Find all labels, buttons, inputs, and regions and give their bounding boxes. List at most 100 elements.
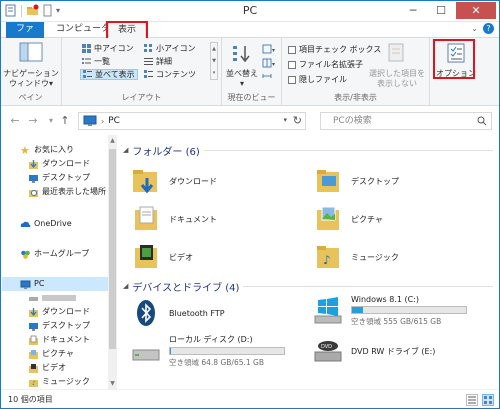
drive-d[interactable]: ローカル ディスク (D:) 空き領域 64.8 GB/65.1 GB <box>131 333 285 369</box>
scroll-up-icon[interactable]: ▲ <box>108 137 117 144</box>
nav-pc-downloads[interactable]: ダウンロード <box>28 305 90 319</box>
local-disk-icon <box>132 349 160 361</box>
group-label-pane: ペイン <box>18 93 43 102</box>
size-columns-icon[interactable] <box>262 71 276 81</box>
folders-section-header[interactable]: ◢ フォルダー (6) <box>123 143 493 158</box>
nav-downloads[interactable]: ダウンロード <box>28 157 90 171</box>
minimize-button[interactable]: ─ <box>400 2 426 19</box>
close-button[interactable]: ✕ <box>456 2 496 19</box>
layout-list[interactable]: 一覧 <box>82 56 110 67</box>
search-icon[interactable] <box>477 116 487 126</box>
address-bar[interactable]: › PC ▾ ↻ <box>78 112 306 130</box>
sort-by-button[interactable]: 並べ替え ▾ <box>224 44 260 89</box>
folder-documents[interactable]: ドキュメント <box>131 201 217 237</box>
layout-tiles[interactable]: 並べて表示 <box>80 69 138 80</box>
large-icons-view-button[interactable] <box>482 394 494 406</box>
maximize-button[interactable]: ☐ <box>428 2 454 19</box>
drive-c[interactable]: Windows 8.1 (C:) 空き領域 555 GB/615 GB <box>313 293 467 329</box>
nav-pc-downloads-label: ダウンロード <box>42 307 90 316</box>
nav-pc-desktop[interactable]: デスクトップ <box>28 319 90 333</box>
layout-content[interactable]: コンテンツ <box>144 69 196 80</box>
layout-details[interactable]: 詳細 <box>144 56 172 67</box>
up-button[interactable]: ↑ <box>58 114 72 128</box>
details-icon <box>144 58 153 65</box>
ribbon-minimize-icon[interactable]: ⌄ <box>471 24 478 33</box>
scroll-down-icon[interactable]: ▼ <box>108 380 117 387</box>
recent-locations-button[interactable]: ▾ <box>44 114 58 128</box>
desktop-icon <box>29 322 38 331</box>
blurred-label <box>42 295 76 301</box>
downloads-icon <box>29 159 38 169</box>
collapse-chevron-icon[interactable]: ◢ <box>123 146 128 154</box>
hide-selected-button[interactable]: 選択した項目を 表示しない <box>368 42 426 89</box>
nav-pc-videos[interactable]: ビデオ <box>28 361 66 375</box>
content-pane: ◢ フォルダー (6) ダウンロード デスクトップ ドキュメント ピクチャ ビデ… <box>117 135 500 389</box>
nav-favorites-label: お気に入り <box>34 145 74 154</box>
nav-onedrive[interactable]: OneDrive <box>20 217 72 231</box>
refresh-icon[interactable]: ↻ <box>293 114 302 127</box>
sort-by-icon <box>233 46 250 63</box>
content-icon <box>144 70 153 78</box>
hidden-items-toggle[interactable]: 隠しファイル <box>288 74 347 85</box>
star-icon: ★ <box>20 143 30 157</box>
breadcrumb-chevron-icon[interactable]: › <box>101 117 104 126</box>
search-input[interactable]: PCの検索 <box>320 112 492 130</box>
pictures-icon <box>29 349 38 359</box>
folder-downloads[interactable]: ダウンロード <box>131 163 217 199</box>
back-button[interactable]: ← <box>8 114 22 128</box>
nav-recent-places[interactable]: 最近表示した場所 <box>28 185 106 199</box>
hidden-items-checkbox[interactable] <box>288 75 296 84</box>
file-extensions-label: ファイル名拡張子 <box>299 60 363 69</box>
details-view-button[interactable] <box>466 394 478 406</box>
drive-e[interactable]: DVD DVD RW ドライブ (E:) <box>313 333 435 369</box>
group-label-current-view: 現在のビュー <box>227 93 276 102</box>
layout-small-icons[interactable]: 小アイコン <box>144 43 196 54</box>
nav-pc-pictures[interactable]: ピクチャ <box>28 347 74 361</box>
medium-icons-label: 中アイコン <box>94 44 134 53</box>
cloud-icon <box>20 221 31 227</box>
group-show-hide: 項目チェック ボックス ファイル名拡張子 隠しファイル 選択した項目を 表示しな… <box>282 38 430 106</box>
group-label-show-hide: 表示/非表示 <box>334 93 377 102</box>
highlight-options-button <box>433 39 475 79</box>
address-dropdown-icon[interactable]: ▾ <box>283 116 287 124</box>
folders-header-label: フォルダー (6) <box>132 146 200 158</box>
collapse-chevron-icon[interactable]: ◢ <box>123 282 128 290</box>
folder-music[interactable]: ♪ ミュージック <box>313 239 399 275</box>
layout-scroll[interactable]: ▲ ▼ ▾ <box>210 42 218 80</box>
drive-icon <box>29 296 38 301</box>
nav-pc[interactable]: PC <box>2 277 108 291</box>
add-columns-icon[interactable]: ▾ <box>262 58 276 68</box>
section-divider <box>243 285 493 287</box>
nav-pane-scrollbar[interactable]: ▲ ▼ <box>108 135 117 389</box>
help-icon[interactable]: ? <box>483 23 494 34</box>
drive-bluetooth-ftp[interactable]: Bluetooth FTP <box>131 295 225 331</box>
navigation-pane-button[interactable]: ナビゲーション ウィンドウ▾ <box>3 42 59 89</box>
nav-desktop[interactable]: デスクトップ <box>28 171 90 185</box>
layout-medium-icons[interactable]: 中アイコン <box>82 43 134 54</box>
address-path[interactable]: PC <box>108 116 120 126</box>
drive-d-usage-fill <box>170 348 172 354</box>
nav-pc-documents[interactable]: ドキュメント <box>28 333 90 347</box>
music-icon: ♪ <box>29 379 38 387</box>
nav-favorites[interactable]: ★ お気に入り <box>20 143 74 157</box>
folder-pictures[interactable]: ピクチャ <box>313 201 383 237</box>
small-icons-label: 小アイコン <box>156 44 196 53</box>
group-by-icon[interactable]: ▾ <box>262 44 276 54</box>
nav-recent-places-label: 最近表示した場所 <box>42 187 106 196</box>
item-checkboxes-checkbox[interactable] <box>288 45 296 54</box>
nav-pc-music[interactable]: ♪ ミュージック <box>28 375 90 389</box>
folder-videos[interactable]: ビデオ <box>131 239 193 275</box>
drives-section-header[interactable]: ◢ デバイスとドライブ (4) <box>123 279 493 294</box>
nav-network-drive[interactable] <box>28 291 76 305</box>
small-icons-icon <box>144 44 152 52</box>
tab-file[interactable]: ファイル <box>6 22 44 49</box>
scroll-thumb[interactable] <box>109 149 116 349</box>
nav-homegroup[interactable]: ホームグループ <box>20 247 89 261</box>
music-folder-icon: ♪ <box>317 246 339 268</box>
file-extensions-checkbox[interactable] <box>288 60 296 69</box>
folder-desktop[interactable]: デスクトップ <box>313 163 399 199</box>
recent-places-icon <box>29 189 38 197</box>
forward-button[interactable]: → <box>26 114 40 128</box>
svg-text:DVD: DVD <box>321 344 332 350</box>
file-extensions-toggle[interactable]: ファイル名拡張子 <box>288 59 363 70</box>
